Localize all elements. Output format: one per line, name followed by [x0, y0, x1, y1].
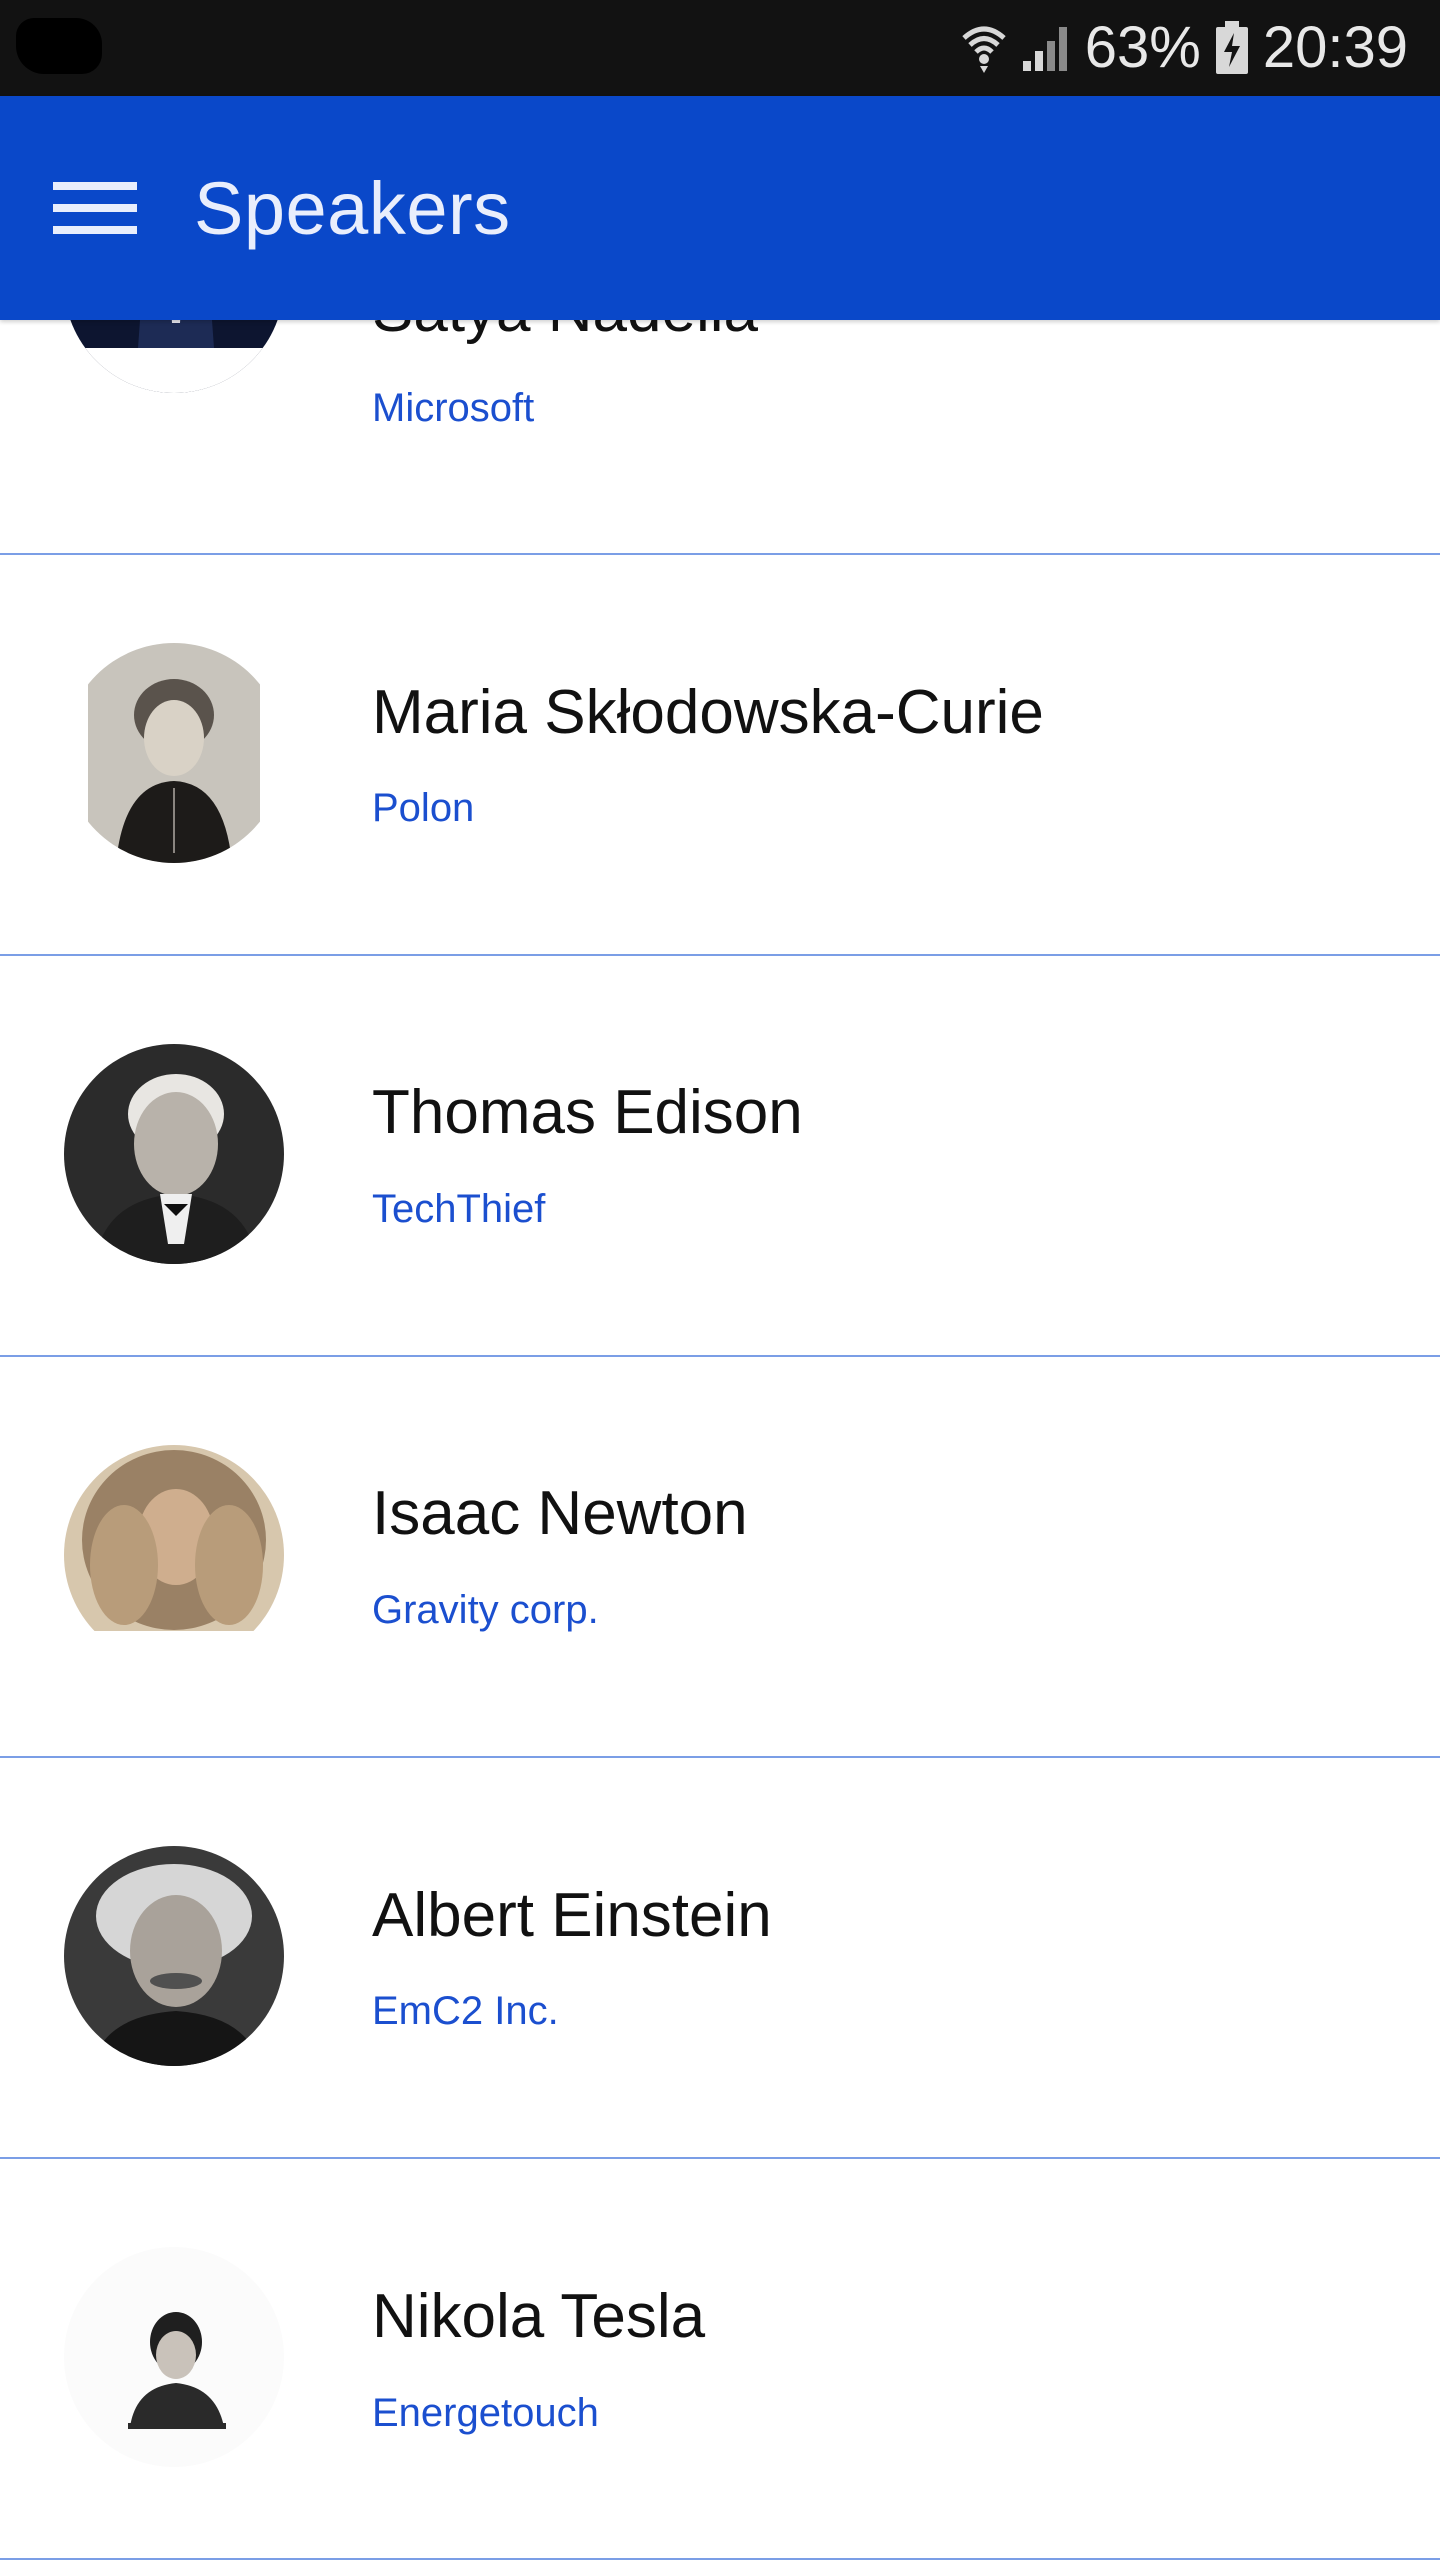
speaker-name: Albert Einstein — [372, 1881, 772, 1950]
speaker-company[interactable]: Polon — [372, 786, 474, 831]
speaker-company[interactable]: Gravity corp. — [372, 1588, 599, 1633]
menu-button[interactable] — [40, 160, 150, 256]
speaker-item[interactable]: Maria Skłodowska-Curie Polon — [0, 555, 1440, 956]
signal-icon — [1021, 23, 1071, 73]
speaker-name: Nikola Tesla — [372, 2282, 706, 2351]
speaker-item[interactable]: Thomas Edison TechThief — [0, 956, 1440, 1357]
app-bar: Speakers — [0, 96, 1440, 320]
hamburger-menu-icon — [53, 182, 137, 234]
speaker-item[interactable]: Nikola Tesla Energetouch — [0, 2159, 1440, 2560]
speaker-item[interactable]: Albert Einstein EmC2 Inc. — [0, 1758, 1440, 2159]
speaker-item[interactable]: Isaac Newton Gravity corp. — [0, 1357, 1440, 1758]
speaker-name: Maria Skłodowska-Curie — [372, 678, 1044, 747]
status-indicators: 63% 20:39 — [961, 0, 1408, 96]
speaker-name: Isaac Newton — [372, 1479, 748, 1548]
battery-percent: 63% — [1084, 15, 1201, 80]
battery-charging-icon — [1215, 21, 1249, 75]
speaker-avatar — [64, 1044, 284, 1264]
status-bar: 63% 20:39 — [0, 0, 1440, 96]
speaker-list[interactable]: Satya Nadella Microsoft Maria Skłodowska… — [0, 154, 1440, 2560]
speaker-avatar — [64, 643, 284, 863]
clock: 20:39 — [1262, 15, 1408, 80]
speaker-avatar — [64, 2247, 284, 2467]
speaker-company[interactable]: TechThief — [372, 1187, 545, 1232]
page-title: Speakers — [194, 167, 511, 250]
speaker-company[interactable]: Energetouch — [372, 2391, 599, 2436]
speaker-avatar — [64, 1846, 284, 2066]
speaker-company[interactable]: EmC2 Inc. — [372, 1989, 559, 2034]
speaker-name: Thomas Edison — [372, 1078, 803, 1147]
speaker-company[interactable]: Microsoft — [372, 386, 534, 431]
speaker-avatar — [64, 1445, 284, 1665]
wifi-icon — [961, 22, 1007, 74]
notification-icon — [16, 18, 102, 74]
